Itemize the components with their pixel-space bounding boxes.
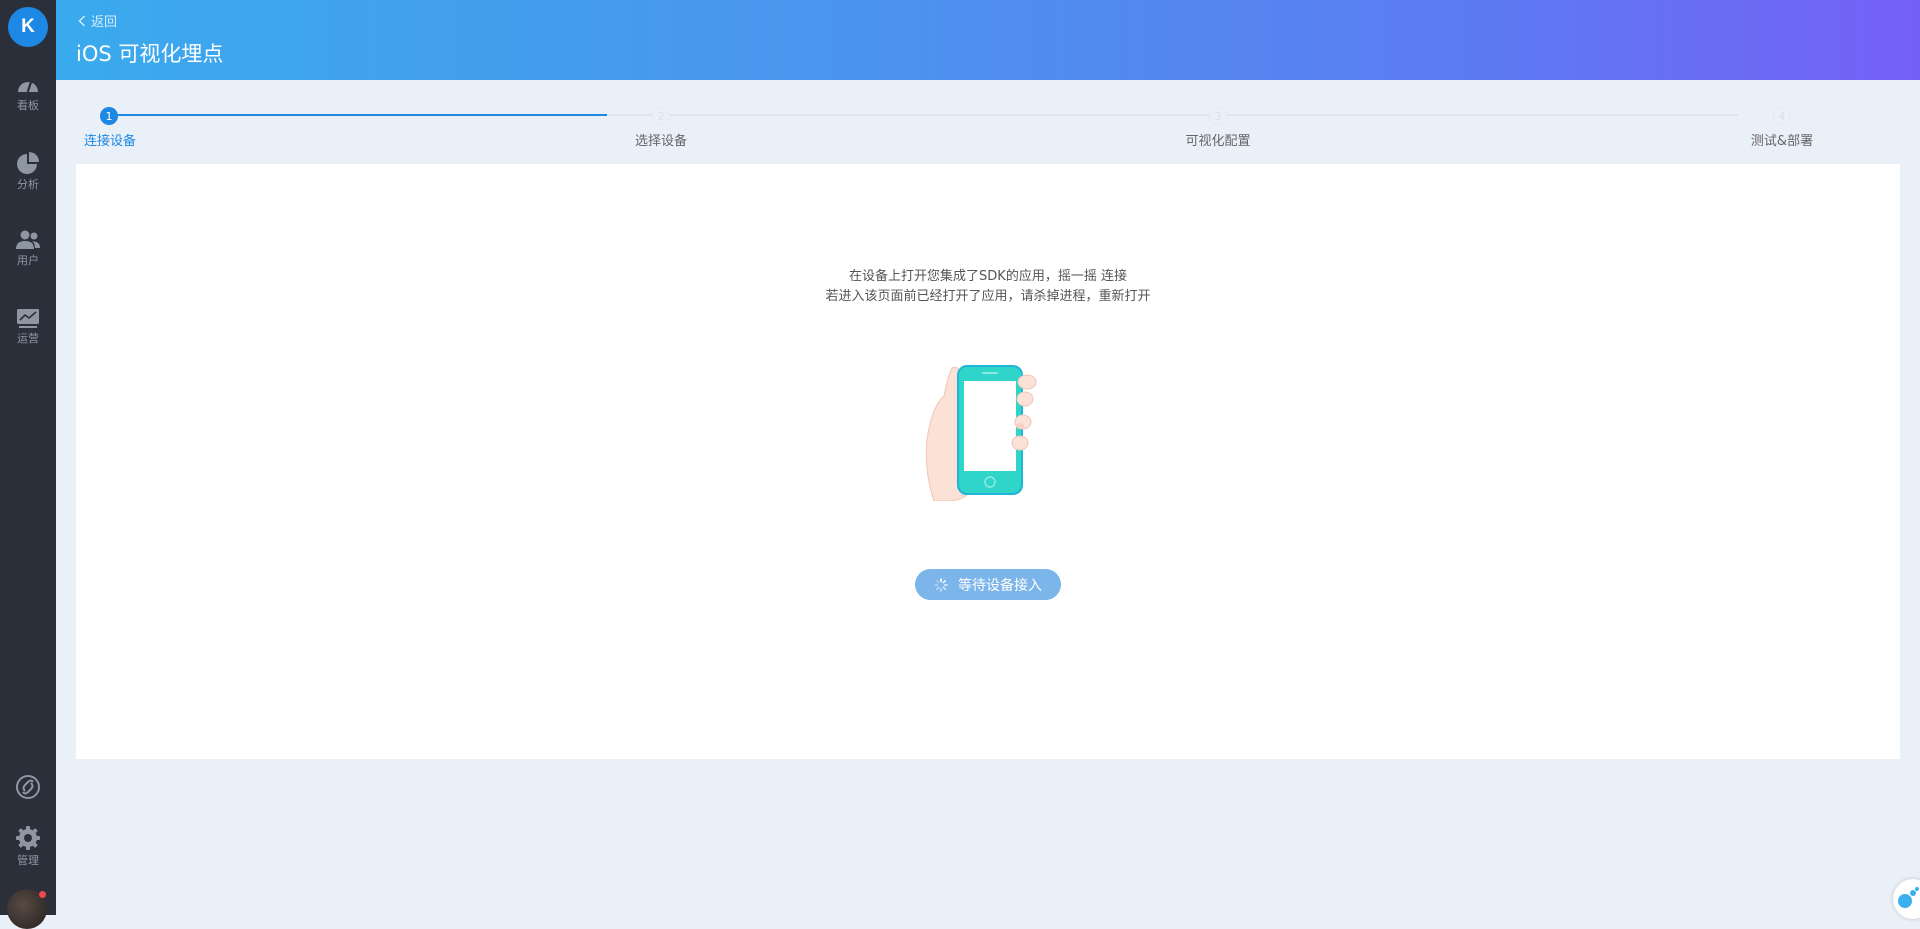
step-4-label: 测试&部署 — [1750, 134, 1814, 149]
link-icon — [16, 775, 40, 799]
step-3-circle: 3 — [1209, 107, 1227, 125]
step-1-circle: 1 — [100, 107, 118, 125]
back-label: 返回 — [91, 15, 118, 30]
sidebar-item-label: 看板 — [17, 99, 39, 112]
sidebar-item-integration[interactable] — [0, 774, 56, 800]
wait-button-label: 等待设备接入 — [958, 577, 1042, 594]
support-chat-widget[interactable] — [1893, 879, 1920, 919]
app-logo[interactable]: K — [8, 7, 48, 47]
pie-chart-icon — [17, 152, 39, 174]
step-2-circle: 2 — [652, 107, 670, 125]
dashboard-icon — [18, 80, 38, 93]
monitor-icon — [17, 309, 39, 328]
instruction-line-1: 在设备上打开您集成了SDK的应用，摇一摇 连接 — [849, 269, 1127, 284]
sidebar-item-label: 分析 — [17, 178, 39, 191]
chevron-left-icon — [78, 15, 85, 26]
loading-spinner-icon — [934, 577, 948, 592]
users-icon — [16, 230, 40, 249]
sidebar-item-operations[interactable]: 运营 — [0, 307, 56, 346]
sidebar-item-dashboard[interactable]: 看板 — [0, 74, 56, 113]
sidebar-item-manage[interactable]: 管理 — [0, 825, 56, 868]
page-header: 返回 iOS 可视化埋点 — [56, 0, 1920, 80]
sidebar-item-label: 管理 — [17, 854, 39, 867]
phone-in-hand-illustration — [925, 365, 1037, 501]
step-4-circle: 4 — [1773, 107, 1791, 125]
instruction-line-2: 若进入该页面前已经打开了应用，请杀掉进程，重新打开 — [825, 289, 1151, 304]
back-link[interactable]: 返回 — [78, 11, 117, 30]
sidebar-item-analysis[interactable]: 分析 — [0, 151, 56, 192]
step-line-pending — [607, 114, 1738, 116]
step-line-complete — [109, 114, 607, 116]
gear-icon — [16, 826, 40, 850]
sidebar-item-users[interactable]: 用户 — [0, 229, 56, 268]
waiting-for-device-button[interactable]: 等待设备接入 — [915, 569, 1061, 600]
connect-device-panel: 在设备上打开您集成了SDK的应用，摇一摇 连接 若进入该页面前已经打开了应用，请… — [76, 164, 1900, 759]
chat-icon — [1898, 887, 1919, 908]
step-1-label: 连接设备 — [83, 134, 137, 149]
page-title: iOS 可视化埋点 — [76, 42, 224, 66]
step-progress: 1 连接设备 2 选择设备 3 可视化配置 4 测试&部署 — [56, 80, 1920, 164]
step-3-label: 可视化配置 — [1185, 134, 1251, 149]
notification-dot — [39, 891, 46, 898]
sidebar-item-label: 运营 — [17, 332, 39, 345]
sidebar-item-label: 用户 — [17, 254, 39, 267]
step-2-label: 选择设备 — [634, 134, 688, 149]
sidebar: K 看板 分析 用户 运营 管理 — [0, 0, 56, 929]
